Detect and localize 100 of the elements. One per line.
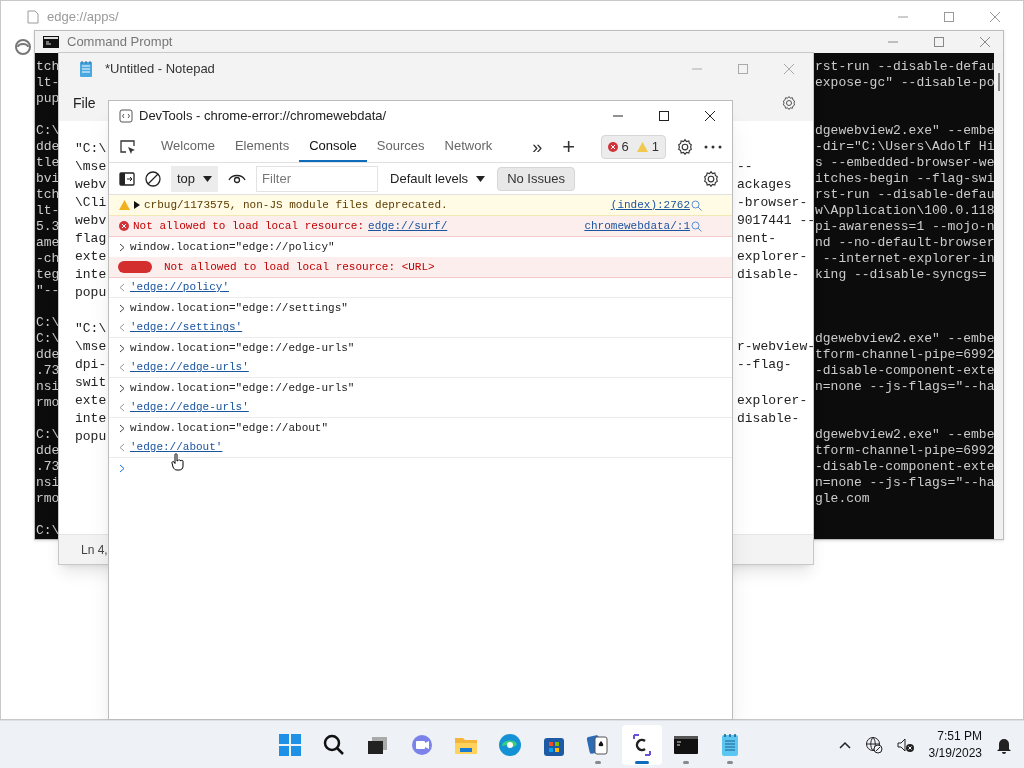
inspect-icon[interactable] [119,138,137,155]
tab[interactable]: Welcome [151,132,225,162]
terminal-text: w\Application\100.0.118 [815,203,995,218]
clock-date[interactable]: 3/19/2023 [928,744,982,762]
filter-field[interactable]: Filter [256,165,379,192]
expand-arrow-icon[interactable] [134,201,140,209]
devtools-icon [119,109,133,123]
levels-dropdown[interactable]: Default levels [388,165,488,192]
terminal-text: ame [36,235,60,250]
error-icon [119,221,129,231]
terminal-text: teg [36,267,60,282]
input-chevron-icon [119,242,125,252]
dropdown-caret-icon [203,175,213,182]
terminal-text: -ch [36,251,60,266]
browser-logo-icon [15,39,31,55]
console-message: Not allowed to load local resource: <URL> [164,259,435,275]
source-link[interactable]: (index):2762 [610,196,690,214]
tab[interactable]: Sources [366,132,435,162]
settings-icon[interactable] [781,95,797,111]
terminal-text: tform-channel-pipe=6992 [815,347,995,362]
terminal-icon [43,36,59,48]
terminal-text: gle.com [815,491,870,506]
terminal-text: tch [36,59,60,74]
context-dropdown[interactable]: top [171,165,219,192]
menu-item[interactable]: File [73,92,96,114]
issues-button[interactable]: No Issues [497,166,575,191]
terminal-text: expose-gc" --disable-po [815,75,995,90]
more-options-icon[interactable] [704,144,722,149]
issue-counter[interactable]: 6 1 [600,134,666,159]
document-text: explorer- [737,249,808,264]
page-icon [27,10,39,24]
document-text: disable- [737,267,800,282]
clear-console-icon[interactable] [145,170,161,187]
tab[interactable]: Elements [224,132,300,162]
input-chevron-icon [119,343,125,353]
terminal-text: king --disable-syncgs= [815,267,987,282]
link[interactable]: 'edge://edge-urls' [130,359,249,376]
maximize-icon[interactable] [658,110,670,122]
input-chevron-icon [119,423,125,433]
terminal-text: s --embedded-browser-we [815,155,995,170]
terminal-text: tle [36,155,60,170]
terminal-text: dgewebview2.exe" --embe [815,331,995,346]
link[interactable]: 'edge://settings' [130,319,243,336]
document-text: -- [737,159,753,174]
document-text: \mse [75,159,107,174]
console-message: Not allowed to load local resource: [133,218,365,234]
speaker-muted-icon[interactable] [896,736,915,753]
terminal-text: --internet-explorer-in [821,251,995,266]
window-title: *Untitled - Notepad [105,60,215,79]
terminal-text: C:\ [36,123,60,138]
terminal-text: -dir="C:\Users\Adolf Hi [815,139,995,154]
chevron-up-icon[interactable] [838,740,851,749]
running-indicator [727,760,733,764]
terminal-text: C:\ [36,427,60,442]
source-link[interactable]: chromewebdata/:1 [584,217,690,235]
terminal-text: lt- [36,75,60,90]
dropdown-caret-icon [476,175,486,182]
terminal-text: rst-run --disable-defau [815,187,995,202]
close-icon[interactable] [704,110,716,122]
settings-icon[interactable] [676,137,694,156]
terminal-text: tch [36,187,60,202]
warning-icon [636,141,648,152]
console-input-text: window.location="edge://edge-urls" [130,380,355,396]
terminal-text: rmo [36,395,60,410]
link[interactable]: 'edge://edge-urls' [130,399,249,416]
terminal-text: rst-run --disable-defau [815,59,995,74]
terminal-text: dde [36,443,60,458]
link[interactable]: 'edge://about' [130,439,223,456]
document-text: exte [75,249,107,264]
terminal-text: 5.3 [36,219,60,234]
warning-icon [119,200,130,210]
output-chevron-icon [119,363,125,372]
eye-icon[interactable] [228,172,247,185]
terminal-text: C:\ [36,331,60,346]
terminal-text: lt- [36,203,60,218]
terminal-text: .73 [36,459,60,474]
link[interactable]: edge://surf/ [368,217,448,235]
tab[interactable]: Network [434,132,503,162]
pointer-cursor-icon [171,453,185,471]
terminal-text: nd --no-default-browser [815,235,995,250]
window-title: Command Prompt [67,33,173,52]
input-chevron-icon [119,303,125,313]
terminal-text: tform-channel-pipe=6992 [815,443,995,458]
output-chevron-icon [119,403,125,412]
document-text: disable- [737,411,800,426]
scrollbar-thumb[interactable] [997,73,1000,91]
link[interactable]: 'edge://policy' [130,279,230,296]
window-title: DevTools - chrome-error://chromewebdata/ [139,107,387,126]
prompt-chevron-icon[interactable] [119,463,125,473]
scrollbar[interactable] [994,53,1003,539]
more-tabs-button[interactable]: » [526,132,549,162]
add-tab-button[interactable]: + [556,132,582,162]
taskbar-app[interactable] [622,724,662,765]
terminal-text: rmo [36,491,60,506]
globe-icon[interactable] [864,735,883,754]
terminal-text: "-- [36,283,60,298]
clock-time[interactable]: 7:51 PM [937,727,982,745]
settings-icon[interactable] [702,169,720,188]
sidebar-toggle-icon[interactable] [119,171,135,186]
terminal-text: nsi [36,379,60,394]
